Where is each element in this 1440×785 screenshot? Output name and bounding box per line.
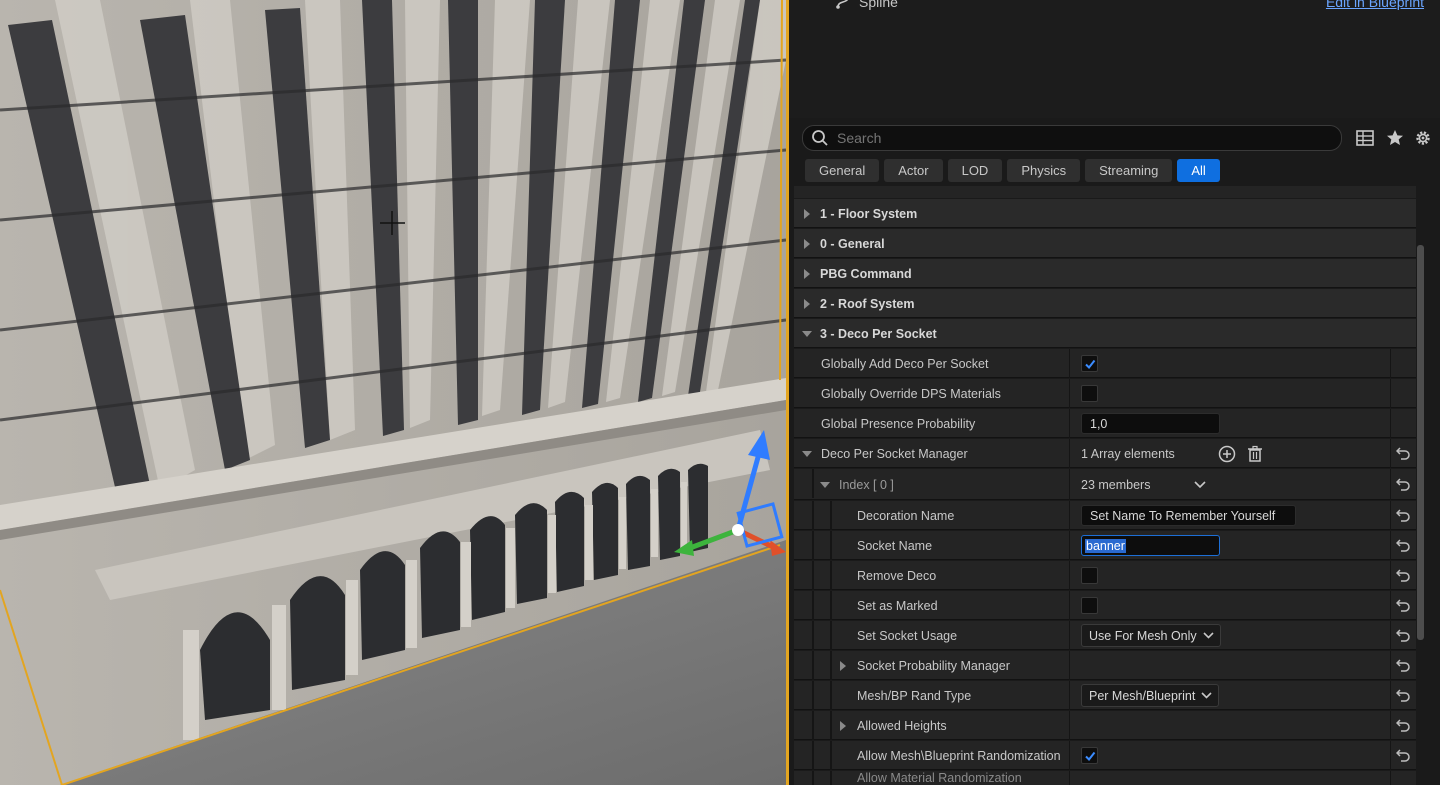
prop-allowed-heights: Allowed Heights: [794, 711, 1416, 740]
prop-remove-deco: Remove Deco: [794, 561, 1416, 590]
prop-allow-material-randomization: Allow Material Randomization: [794, 771, 1416, 785]
checkmark-icon: [1084, 359, 1095, 369]
clipped-row: [794, 186, 1416, 198]
expand-arrow-icon: [804, 208, 810, 219]
expand-arrow-icon[interactable]: [840, 660, 846, 671]
expand-arrow-icon: [804, 268, 810, 279]
prop-globally-override-dps: Globally Override DPS Materials: [794, 379, 1416, 408]
tab-actor[interactable]: Actor: [884, 159, 943, 182]
remove-deco-checkbox[interactable]: [1081, 567, 1098, 584]
edit-in-blueprint-link[interactable]: Edit in Blueprint: [1326, 0, 1424, 10]
reset-to-default-icon[interactable]: [1396, 477, 1410, 491]
reset-to-default-icon[interactable]: [1396, 598, 1410, 612]
array-count: 1 Array elements: [1081, 446, 1175, 461]
favorites-star-icon[interactable]: [1385, 128, 1405, 148]
tab-general[interactable]: General: [805, 159, 880, 182]
chevron-down-icon: [1203, 632, 1214, 639]
filter-tabs: General Actor LOD Physics Streaming All: [805, 159, 1220, 182]
socket-usage-dropdown[interactable]: Use For Mesh Only: [1081, 624, 1221, 647]
level-viewport[interactable]: [0, 0, 786, 785]
category-roof-system[interactable]: 2 - Roof System: [794, 289, 1416, 318]
search-icon: [812, 130, 828, 146]
globally-add-deco-checkbox[interactable]: [1081, 355, 1098, 372]
reset-to-default-icon[interactable]: [1396, 446, 1410, 460]
property-scrollbar[interactable]: [1417, 245, 1424, 640]
collapse-arrow-icon[interactable]: [820, 481, 830, 488]
prop-set-socket-usage: Set Socket Usage Use For Mesh Only: [794, 621, 1416, 650]
details-panel: Spline Edit in Blueprint General Actor L…: [786, 0, 1440, 785]
expand-arrow-icon[interactable]: [840, 720, 846, 731]
allow-randomization-checkbox[interactable]: [1081, 747, 1098, 764]
tab-lod[interactable]: LOD: [947, 159, 1003, 182]
set-as-marked-checkbox[interactable]: [1081, 597, 1098, 614]
component-tree: Spline Edit in Blueprint: [789, 0, 1440, 118]
delete-all-icon[interactable]: [1247, 445, 1263, 463]
rand-type-dropdown[interactable]: Per Mesh/Blueprint: [1081, 684, 1220, 707]
chevron-down-icon[interactable]: [1194, 480, 1207, 489]
category-deco-per-socket[interactable]: 3 - Deco Per Socket: [794, 319, 1416, 348]
reset-to-default-icon[interactable]: [1396, 718, 1410, 732]
search-bar[interactable]: [802, 125, 1342, 151]
prop-set-as-marked: Set as Marked: [794, 591, 1416, 620]
component-label: Spline: [859, 0, 898, 10]
reset-to-default-icon[interactable]: [1396, 658, 1410, 672]
socket-name-input[interactable]: banner: [1081, 535, 1220, 556]
prop-index-0: Index [ 0 ] 23 members: [794, 469, 1416, 500]
prop-global-presence-probability: Global Presence Probability 1,0: [794, 409, 1416, 438]
member-count: 23 members: [1081, 477, 1151, 492]
prop-socket-probability-manager: Socket Probability Manager: [794, 651, 1416, 680]
reset-to-default-icon[interactable]: [1396, 538, 1410, 552]
prop-deco-per-socket-manager: Deco Per Socket Manager 1 Array elements: [794, 439, 1416, 468]
reset-to-default-icon[interactable]: [1396, 628, 1410, 642]
collapse-arrow-icon: [802, 330, 812, 337]
reset-to-default-icon[interactable]: [1396, 508, 1410, 522]
expand-arrow-icon: [804, 298, 810, 309]
prop-globally-add-deco: Globally Add Deco Per Socket: [794, 349, 1416, 378]
property-matrix-icon[interactable]: [1355, 128, 1375, 148]
tab-all[interactable]: All: [1177, 159, 1220, 182]
expand-arrow-icon: [804, 238, 810, 249]
reset-to-default-icon[interactable]: [1396, 688, 1410, 702]
reset-to-default-icon[interactable]: [1396, 568, 1410, 582]
search-input[interactable]: [835, 129, 1319, 147]
component-item-spline[interactable]: Spline: [835, 0, 898, 10]
prop-decoration-name: Decoration Name Set Name To Remember You…: [794, 501, 1416, 530]
prop-socket-name: Socket Name banner: [794, 531, 1416, 560]
spline-icon: [836, 0, 848, 9]
category-pbg-command[interactable]: PBG Command: [794, 259, 1416, 288]
category-floor-system[interactable]: 1 - Floor System: [794, 199, 1416, 228]
checkmark-icon: [1084, 751, 1095, 761]
building-scene: [0, 0, 786, 785]
decoration-name-input[interactable]: Set Name To Remember Yourself: [1081, 505, 1296, 526]
chevron-down-icon: [1201, 692, 1212, 699]
tab-physics[interactable]: Physics: [1007, 159, 1081, 182]
globally-override-dps-checkbox[interactable]: [1081, 385, 1098, 402]
property-list: 1 - Floor System 0 - General PBG Command…: [794, 186, 1416, 785]
collapse-arrow-icon[interactable]: [802, 450, 812, 457]
tab-streaming[interactable]: Streaming: [1085, 159, 1173, 182]
reset-to-default-icon[interactable]: [1396, 748, 1410, 762]
add-element-icon[interactable]: [1218, 445, 1236, 463]
prop-mesh-bp-rand-type: Mesh/BP Rand Type Per Mesh/Blueprint: [794, 681, 1416, 710]
settings-gear-icon[interactable]: [1413, 128, 1433, 148]
global-presence-input[interactable]: 1,0: [1081, 413, 1220, 434]
category-general[interactable]: 0 - General: [794, 229, 1416, 258]
